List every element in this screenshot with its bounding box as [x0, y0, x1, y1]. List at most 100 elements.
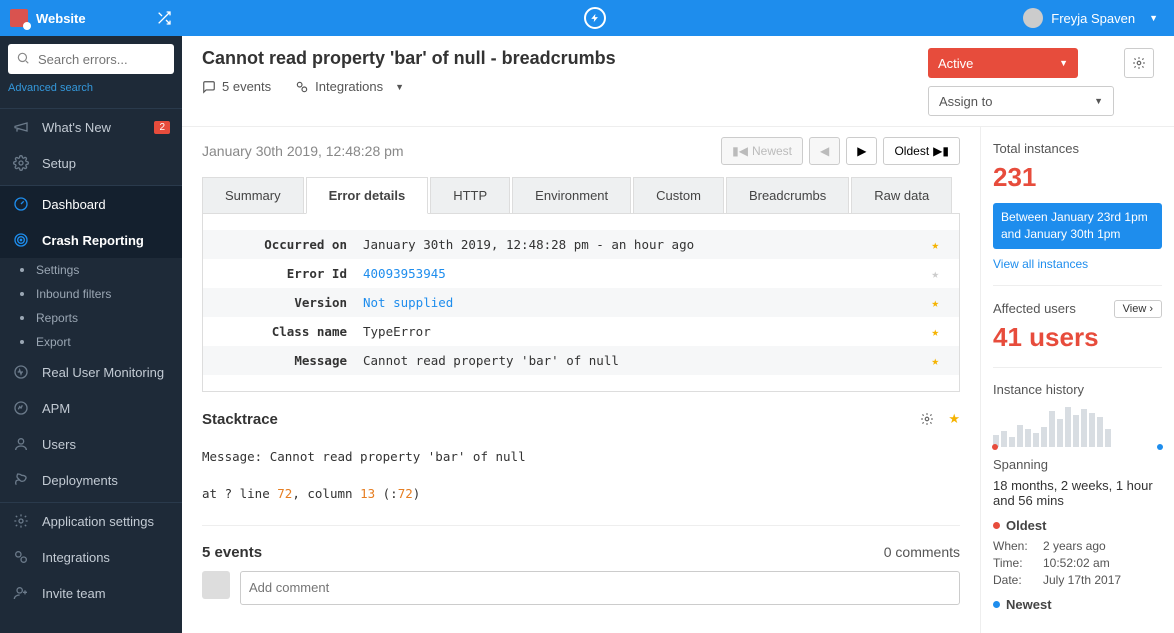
apm-icon	[12, 400, 30, 416]
user-menu[interactable]: Freyja Spaven ▼	[1007, 8, 1174, 28]
tab-environment[interactable]: Environment	[512, 177, 631, 213]
caret-down-icon: ▼	[1059, 58, 1068, 68]
star-icon[interactable]: ★	[931, 237, 939, 252]
sidebar-sub-settings[interactable]: Settings	[0, 258, 182, 282]
tab-custom[interactable]: Custom	[633, 177, 724, 213]
page-title: Cannot read property 'bar' of null - bre…	[202, 48, 928, 69]
stacktrace-body: Message: Cannot read property 'bar' of n…	[202, 440, 960, 526]
shuffle-icon[interactable]	[156, 10, 172, 26]
sidebar-sub-inbound[interactable]: Inbound filters	[0, 282, 182, 306]
comment-input[interactable]	[240, 571, 960, 605]
kv-time: Time:10:52:02 am	[993, 556, 1162, 570]
sidebar-item-dashboard[interactable]: Dashboard	[0, 186, 182, 222]
newest-button: ▮◀Newest	[721, 137, 803, 165]
spark-bar	[1089, 413, 1095, 447]
spark-bar	[1065, 407, 1071, 447]
add-user-icon	[12, 585, 30, 601]
tab-raw-data[interactable]: Raw data	[851, 177, 952, 213]
star-icon[interactable]: ★	[931, 266, 939, 281]
assign-dropdown[interactable]: Assign to ▼	[928, 86, 1114, 116]
sidebar-label: Setup	[42, 156, 76, 171]
sidebar-item-apm[interactable]: APM	[0, 390, 182, 426]
tab-http[interactable]: HTTP	[430, 177, 510, 213]
detail-row-errorid: Error Id 40093953945 ★	[203, 259, 959, 288]
topbar-center	[182, 7, 1007, 29]
spark-bar	[1105, 429, 1111, 447]
oldest-header: Oldest	[993, 518, 1162, 533]
sidebar-item-rum[interactable]: Real User Monitoring	[0, 354, 182, 390]
sidebar-item-users[interactable]: Users	[0, 426, 182, 462]
star-icon[interactable]: ★	[948, 411, 960, 427]
version-link[interactable]: Not supplied	[363, 295, 453, 310]
search-icon	[16, 51, 30, 65]
comments-count: 0 comments	[884, 544, 960, 561]
dot-blue-icon	[993, 601, 1000, 608]
first-icon: ▮◀	[732, 144, 748, 158]
oldest-button[interactable]: Oldest▶▮	[883, 137, 960, 165]
newest-header: Newest	[993, 597, 1162, 612]
megaphone-icon	[12, 119, 30, 135]
date-range-pill[interactable]: Between January 23rd 1pm and January 30t…	[993, 203, 1162, 249]
sidebar-item-integrations[interactable]: Integrations	[0, 539, 182, 575]
user-name: Freyja Spaven	[1051, 11, 1135, 26]
spanning-label: Spanning	[993, 457, 1162, 472]
sidebar-item-crash-reporting[interactable]: Crash Reporting	[0, 222, 182, 258]
events-count[interactable]: 5 events	[202, 79, 271, 94]
dashboard-icon	[12, 196, 30, 212]
app-switcher[interactable]: Website	[0, 9, 182, 27]
gears-icon	[295, 80, 309, 94]
stacktrace-heading: Stacktrace	[202, 411, 914, 428]
sidebar-item-app-settings[interactable]: Application settings	[0, 503, 182, 539]
sidebar-item-whatsnew[interactable]: What's New 2	[0, 109, 182, 145]
gear-icon	[12, 155, 30, 171]
status-dropdown[interactable]: Active ▼	[928, 48, 1078, 78]
spark-bar	[1009, 437, 1015, 447]
search-input[interactable]	[8, 44, 174, 74]
chevron-left-icon: ◀	[820, 144, 829, 158]
spark-bar	[1025, 429, 1031, 447]
sidebar-item-invite[interactable]: Invite team	[0, 575, 182, 611]
error-details-panel: Occurred on January 30th 2019, 12:48:28 …	[202, 214, 960, 392]
events-header: 5 events 0 comments	[202, 540, 960, 571]
sidebar-label: APM	[42, 401, 70, 416]
tab-summary[interactable]: Summary	[202, 177, 304, 213]
kv-when: When:2 years ago	[993, 539, 1162, 553]
spark-bar	[1001, 431, 1007, 447]
star-icon[interactable]: ★	[931, 353, 939, 368]
view-all-link[interactable]: View all instances	[993, 257, 1162, 271]
error-id-link[interactable]: 40093953945	[363, 266, 446, 281]
sidebar-label: Users	[42, 437, 76, 452]
integrations-dropdown[interactable]: Integrations ▼	[295, 79, 404, 94]
user-icon	[12, 436, 30, 452]
settings-button[interactable]	[1124, 48, 1154, 78]
comment-icon	[202, 80, 216, 94]
sidebar-label: Crash Reporting	[42, 233, 144, 248]
sidebar-label: Invite team	[42, 586, 106, 601]
sidebar-label: Real User Monitoring	[42, 365, 164, 380]
sidebar-item-deployments[interactable]: Deployments	[0, 462, 182, 498]
spanning-value: 18 months, 2 weeks, 1 hour and 56 mins	[993, 478, 1162, 508]
app-name: Website	[36, 11, 156, 26]
spark-bar	[1097, 417, 1103, 447]
rocket-icon	[12, 472, 30, 488]
advanced-search-link[interactable]: Advanced search	[0, 82, 182, 104]
view-button[interactable]: View›	[1114, 300, 1162, 318]
sidebar-sub-export[interactable]: Export	[0, 330, 182, 354]
sidebar-sub-reports[interactable]: Reports	[0, 306, 182, 330]
stacktrace-header: Stacktrace ★	[202, 392, 960, 440]
app-logo-icon	[10, 9, 28, 27]
next-button[interactable]: ▶	[846, 137, 877, 165]
timestamp: January 30th 2019, 12:48:28 pm	[202, 143, 721, 159]
tab-breadcrumbs[interactable]: Breadcrumbs	[726, 177, 849, 213]
detail-row-message: Message Cannot read property 'bar' of nu…	[203, 346, 959, 375]
star-icon[interactable]: ★	[931, 295, 939, 310]
bolt-icon[interactable]	[584, 7, 606, 29]
stacktrace-settings[interactable]	[914, 406, 940, 432]
tab-error-details[interactable]: Error details	[306, 177, 429, 214]
dot-red-icon	[993, 522, 1000, 529]
spark-bar	[1041, 427, 1047, 447]
detail-row-version: Version Not supplied ★	[203, 288, 959, 317]
star-icon[interactable]: ★	[931, 324, 939, 339]
total-instances-label: Total instances	[993, 141, 1162, 156]
sidebar-item-setup[interactable]: Setup	[0, 145, 182, 181]
